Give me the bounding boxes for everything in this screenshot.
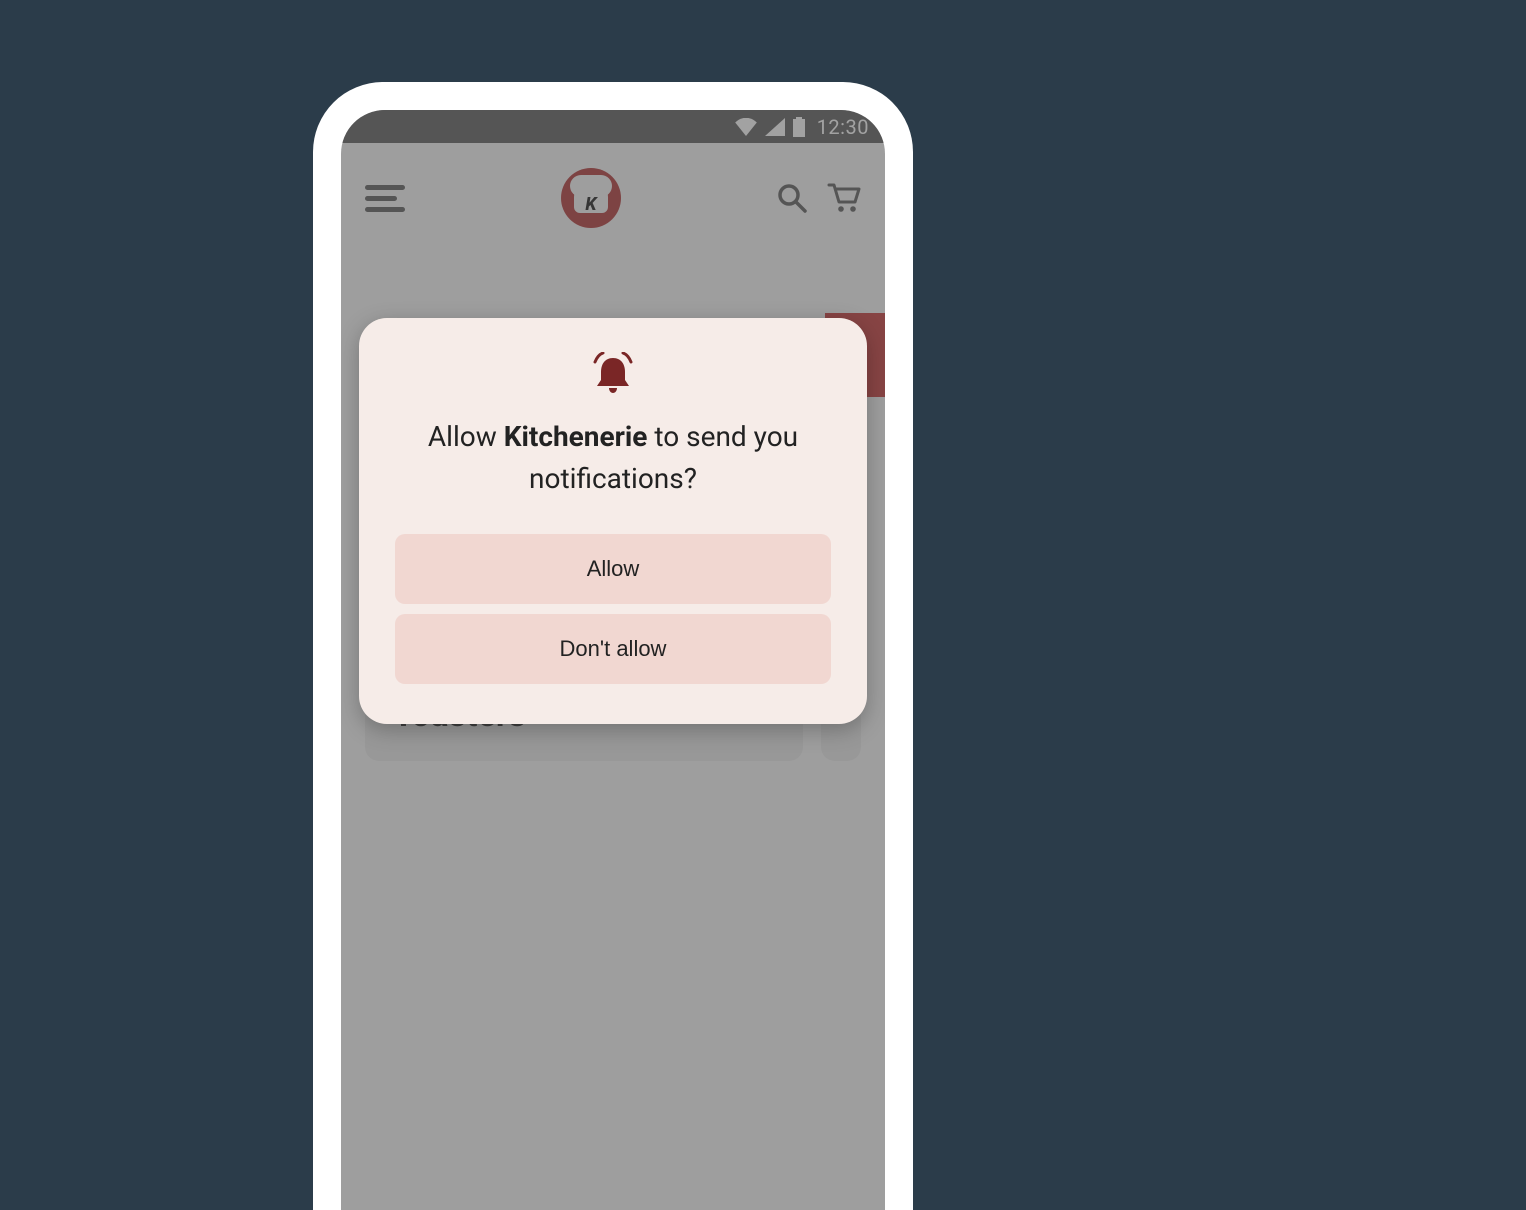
phone-frame: 12:30 K xyxy=(313,82,913,1210)
dialog-message: Allow Kitchenerie to send you notificati… xyxy=(395,416,831,500)
phone-screen: 12:30 K xyxy=(341,110,885,1210)
dialog-message-pre: Allow xyxy=(428,420,504,453)
allow-button[interactable]: Allow xyxy=(395,534,831,604)
deny-button[interactable]: Don't allow xyxy=(395,614,831,684)
notification-permission-dialog: Allow Kitchenerie to send you notificati… xyxy=(359,318,867,724)
dialog-brand: Kitchenerie xyxy=(504,420,648,453)
bell-icon xyxy=(395,352,831,396)
